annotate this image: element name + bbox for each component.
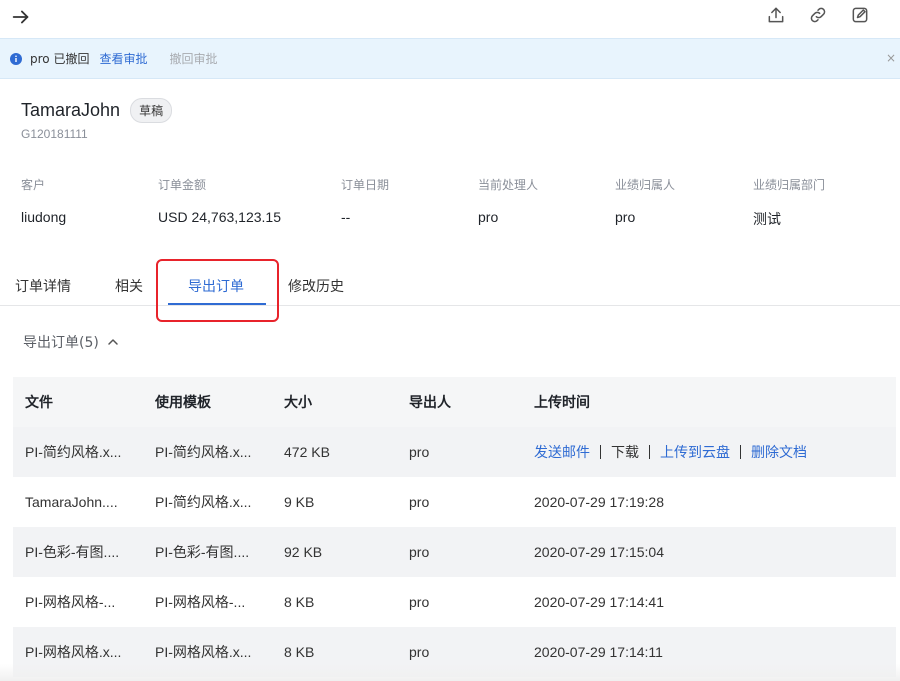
table-row[interactable]: PI-网格风格-... PI-网格风格-... 8 KB pro 2020-07… bbox=[13, 577, 896, 627]
tab-bar: 订单详情 相关 导出订单 修改历史 bbox=[0, 266, 900, 306]
order-code: G120181111 bbox=[21, 127, 88, 141]
table-row[interactable]: PI-色彩-有图.... PI-色彩-有图.... 92 KB pro 2020… bbox=[13, 527, 896, 577]
template-name: PI-网格风格-... bbox=[155, 594, 246, 610]
record-header: TamaraJohn 草稿 bbox=[21, 98, 173, 123]
field-value: pro bbox=[478, 209, 499, 225]
edit-icon[interactable] bbox=[850, 5, 870, 25]
exporter: pro bbox=[409, 444, 430, 460]
column-header: 导出人 bbox=[409, 394, 451, 410]
column-header: 大小 bbox=[284, 394, 312, 410]
table-row[interactable]: TamaraJohn.... PI-简约风格.x... 9 KB pro 202… bbox=[13, 477, 896, 527]
template-name: PI-简约风格.x... bbox=[155, 494, 252, 510]
file-name[interactable]: PI-网格风格-... bbox=[25, 592, 115, 612]
field-order-date: 订单日期 -- bbox=[341, 176, 389, 225]
link-icon[interactable] bbox=[808, 5, 828, 25]
field-order-amount: 订单金额 USD 24,763,123.15 bbox=[158, 176, 281, 225]
field-value: USD 24,763,123.15 bbox=[158, 209, 281, 225]
field-label: 客户 bbox=[21, 178, 46, 192]
field-current-handler: 当前处理人 pro bbox=[478, 176, 538, 225]
column-header: 文件 bbox=[25, 394, 53, 410]
divider bbox=[600, 445, 601, 459]
file-size: 8 KB bbox=[284, 594, 315, 610]
template-name: PI-色彩-有图.... bbox=[155, 544, 250, 560]
summary-fields: 客户 liudong 订单金额 USD 24,763,123.15 订单日期 -… bbox=[0, 176, 900, 236]
tab-change-history[interactable]: 修改历史 bbox=[288, 276, 344, 296]
delete-document-link[interactable]: 删除文档 bbox=[751, 442, 807, 462]
chevron-up-icon bbox=[108, 339, 118, 345]
exporter: pro bbox=[409, 544, 430, 560]
field-label: 业绩归属部门 bbox=[753, 178, 826, 192]
top-toolbar bbox=[0, 0, 900, 38]
info-icon bbox=[10, 52, 22, 65]
view-approval-link[interactable]: 查看审批 bbox=[99, 50, 147, 67]
row-actions: 发送邮件 下载 上传到云盘 删除文档 bbox=[534, 442, 807, 462]
upload-time: 2020-07-29 17:14:11 bbox=[534, 644, 663, 660]
column-header: 上传时间 bbox=[534, 394, 590, 410]
table-row[interactable]: PI-简约风格.x... PI-简约风格.x... 472 KB pro 发送邮… bbox=[13, 427, 896, 477]
share-icon[interactable] bbox=[766, 5, 786, 25]
field-label: 当前处理人 bbox=[478, 178, 539, 192]
divider bbox=[740, 445, 741, 459]
field-label: 业绩归属人 bbox=[615, 178, 676, 192]
file-size: 8 KB bbox=[284, 644, 315, 660]
export-section-toggle[interactable]: 导出订单(5) bbox=[23, 332, 119, 352]
table-header: 文件 使用模板 大小 导出人 上传时间 bbox=[13, 377, 896, 427]
arrow-right-icon[interactable] bbox=[10, 6, 32, 28]
field-label: 订单日期 bbox=[341, 178, 390, 192]
close-icon[interactable]: × bbox=[886, 51, 896, 65]
field-value: pro bbox=[615, 209, 636, 225]
send-email-link[interactable]: 发送邮件 bbox=[534, 442, 590, 462]
divider bbox=[649, 445, 650, 459]
field-customer: 客户 liudong bbox=[21, 176, 66, 225]
exporter: pro bbox=[409, 594, 430, 610]
file-name[interactable]: PI-简约风格.x... bbox=[25, 442, 121, 462]
file-size: 92 KB bbox=[284, 544, 323, 560]
field-sales-owner: 业绩归属人 pro bbox=[615, 176, 675, 225]
bottom-fade bbox=[0, 664, 900, 681]
file-name[interactable]: TamaraJohn.... bbox=[25, 494, 118, 510]
file-name[interactable]: PI-色彩-有图.... bbox=[25, 542, 119, 562]
field-value: 测试 bbox=[753, 211, 781, 227]
template-name: PI-简约风格.x... bbox=[155, 444, 252, 460]
field-label: 订单金额 bbox=[158, 178, 207, 192]
tab-related[interactable]: 相关 bbox=[115, 276, 143, 296]
file-size: 472 KB bbox=[284, 444, 330, 460]
upload-time: 2020-07-29 17:14:41 bbox=[534, 594, 664, 610]
tab-order-details[interactable]: 订单详情 bbox=[15, 276, 71, 296]
exporter: pro bbox=[409, 494, 430, 510]
template-name: PI-网格风格.x... bbox=[155, 644, 252, 660]
column-header: 使用模板 bbox=[155, 394, 211, 410]
approval-notice: pro 已撤回 查看审批 撤回审批 × bbox=[0, 38, 900, 79]
download-link[interactable]: 下载 bbox=[611, 442, 639, 462]
field-value: -- bbox=[341, 209, 351, 225]
field-sales-department: 业绩归属部门 测试 bbox=[753, 176, 825, 229]
tab-highlight-annotation bbox=[156, 259, 279, 322]
file-size: 9 KB bbox=[284, 494, 315, 510]
notice-message: pro 已撤回 bbox=[30, 52, 90, 66]
file-name[interactable]: PI-网格风格.x... bbox=[25, 642, 121, 662]
upload-time: 2020-07-29 17:15:04 bbox=[534, 544, 664, 560]
page-title: TamaraJohn bbox=[21, 100, 121, 120]
upload-time: 2020-07-29 17:19:28 bbox=[534, 494, 664, 510]
export-table: 文件 使用模板 大小 导出人 上传时间 PI-简约风格.x... PI-简约风格… bbox=[13, 377, 896, 677]
upload-cloud-link[interactable]: 上传到云盘 bbox=[660, 442, 730, 462]
field-value: liudong bbox=[21, 209, 67, 225]
withdraw-approval-link: 撤回审批 bbox=[169, 52, 218, 66]
section-title: 导出订单(5) bbox=[23, 335, 99, 351]
status-badge: 草稿 bbox=[130, 98, 173, 123]
toolbar-actions bbox=[766, 5, 870, 25]
exporter: pro bbox=[409, 644, 430, 660]
